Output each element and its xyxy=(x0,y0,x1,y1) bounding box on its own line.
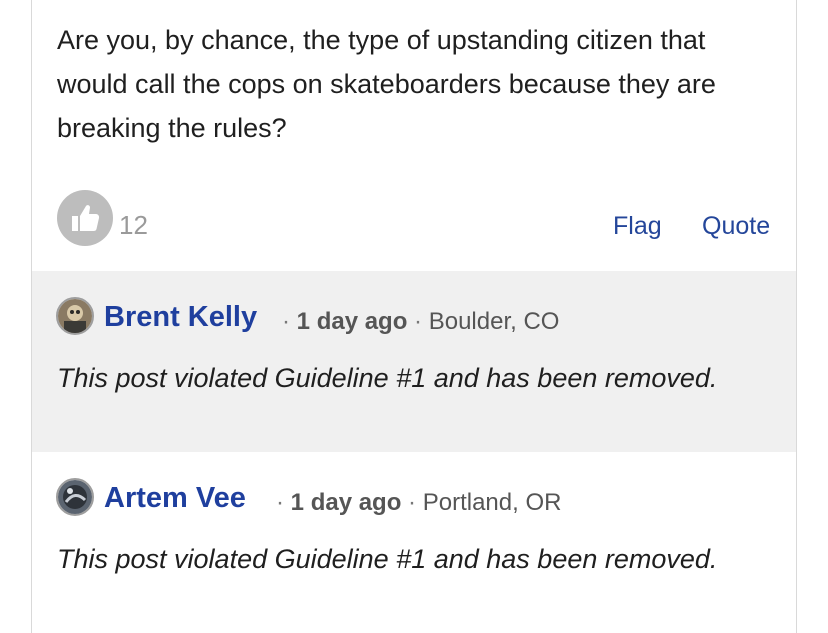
like-count: 12 xyxy=(119,210,148,240)
comment-removed-notice: This post violated Guideline #1 and has … xyxy=(57,544,718,574)
comment-author[interactable]: Brent Kelly xyxy=(104,301,257,334)
avatar-image xyxy=(58,480,92,514)
comment-location: Portland, OR xyxy=(422,489,562,516)
comment-time: 1 day ago xyxy=(290,489,402,516)
thumbs-up-icon xyxy=(72,205,100,231)
comment-meta: Artem Vee · 1 day ago · Portland, OR xyxy=(56,478,776,518)
avatar[interactable] xyxy=(56,478,94,516)
comment-item: Artem Vee · 1 day ago · Portland, OR Thi… xyxy=(32,452,796,633)
comment-item: Brent Kelly · 1 day ago · Boulder, CO Th… xyxy=(32,271,796,452)
flag-link[interactable]: Flag xyxy=(613,212,662,241)
comment-location: Boulder, CO xyxy=(428,308,560,335)
avatar[interactable] xyxy=(56,297,94,335)
comment-meta: Brent Kelly · 1 day ago · Boulder, CO xyxy=(56,297,776,337)
like-button[interactable] xyxy=(57,190,113,246)
comment-time: 1 day ago xyxy=(296,308,408,335)
quote-link[interactable]: Quote xyxy=(702,212,770,241)
meta-separator: · xyxy=(407,308,429,335)
comment-author[interactable]: Artem Vee xyxy=(104,482,246,515)
meta-separator: · xyxy=(276,489,291,516)
post-body-text: Are you, by chance, the type of upstandi… xyxy=(57,25,716,143)
comment-meta-details: · 1 day ago · Boulder, CO xyxy=(282,308,559,336)
meta-separator: · xyxy=(401,489,423,516)
post-actions: 12 Flag Quote xyxy=(57,188,773,248)
comment-removed-notice: This post violated Guideline #1 and has … xyxy=(57,363,718,393)
avatar-image xyxy=(58,299,92,333)
comment-meta-details: · 1 day ago · Portland, OR xyxy=(276,489,561,517)
meta-separator: · xyxy=(282,308,297,335)
